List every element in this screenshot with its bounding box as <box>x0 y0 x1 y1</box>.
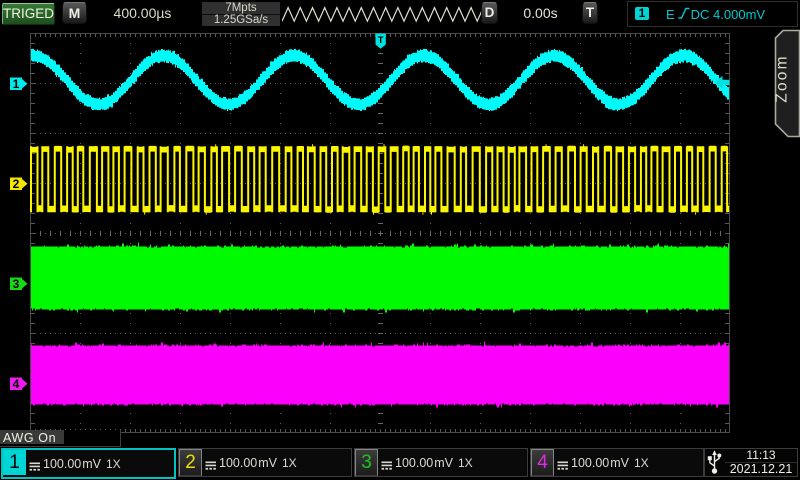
svg-text:Zoom: Zoom <box>774 54 791 102</box>
svg-text:T: T <box>378 35 384 46</box>
svg-text:4: 4 <box>13 377 20 391</box>
svg-text:3: 3 <box>13 277 20 291</box>
svg-text:1: 1 <box>13 77 20 91</box>
svg-text:2: 2 <box>13 177 20 191</box>
